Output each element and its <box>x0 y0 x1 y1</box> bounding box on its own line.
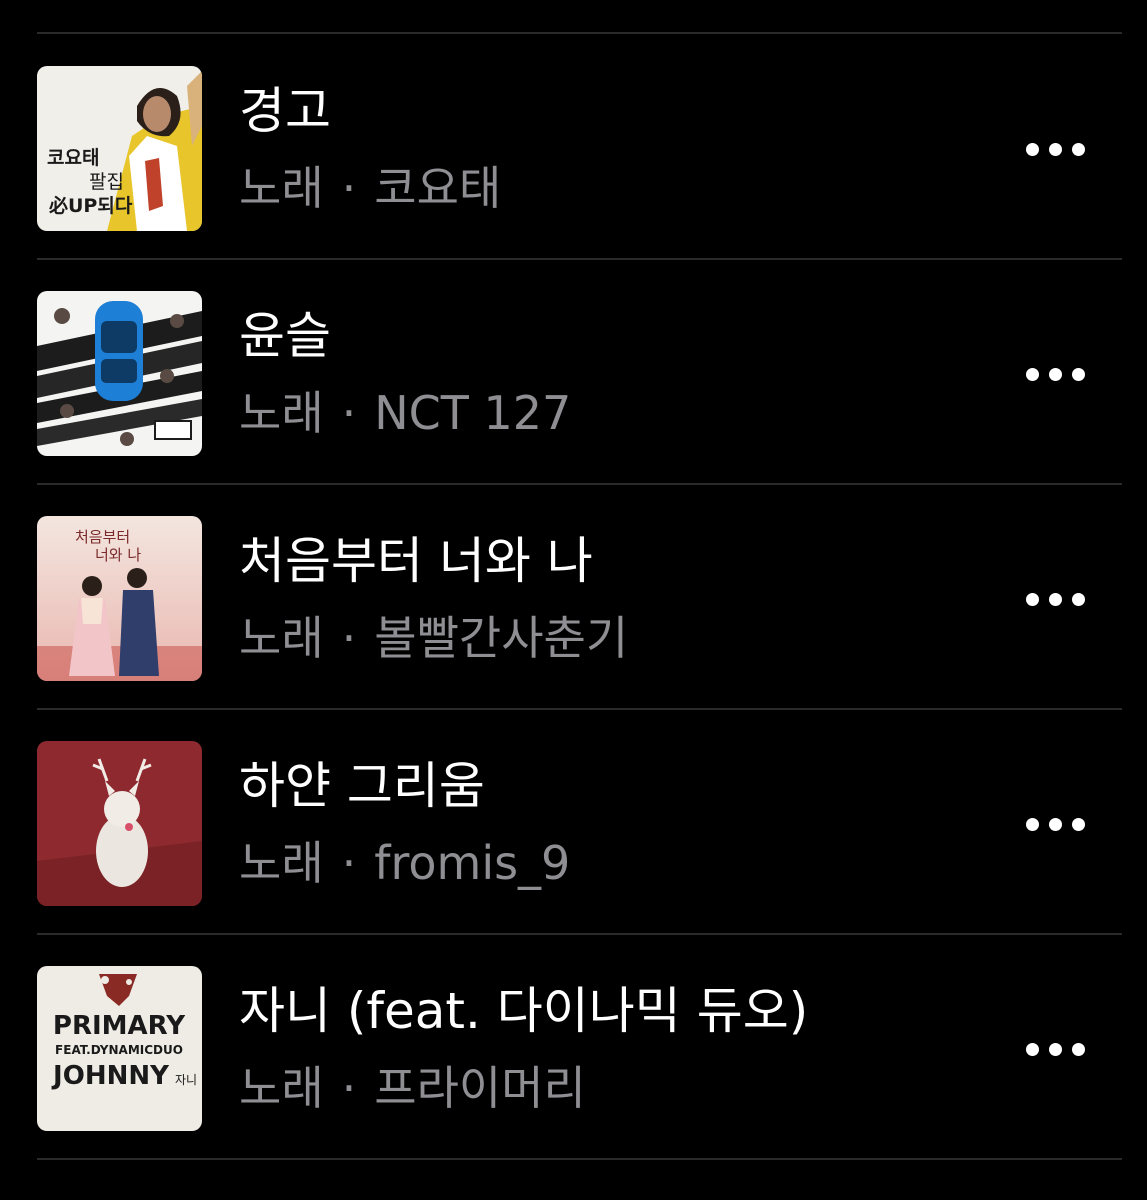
song-title: 처음부터 너와 나 <box>239 532 593 590</box>
song-subtitle: 노래 · 볼빨간사춘기 <box>239 610 628 666</box>
album-art-image: PRIMARY FEAT.DYNAMICDUO JOHNNY 자니 <box>37 966 202 1131</box>
more-options-button[interactable] <box>1010 581 1100 617</box>
album-art: 코요태 팔집 必UP되다 <box>37 66 202 231</box>
ellipsis-icon <box>1071 142 1085 156</box>
song-artist: 코요태 <box>374 161 502 215</box>
song-list: 코요태 팔집 必UP되다 경고 노래 · 코요태 윤슬 노래 · NCT 127… <box>0 0 1147 1200</box>
ellipsis-icon <box>1025 1042 1039 1056</box>
ellipsis-icon <box>1048 367 1062 381</box>
ellipsis-icon <box>1071 817 1085 831</box>
ellipsis-icon <box>1071 367 1085 381</box>
song-row[interactable]: 하얀 그리움 노래 · fromis_9 <box>0 709 1147 933</box>
song-title: 경고 <box>239 82 331 140</box>
song-subtitle: 노래 · NCT 127 <box>239 385 571 441</box>
song-type: 노래 <box>239 1061 324 1115</box>
album-art-image <box>37 741 202 906</box>
song-artist: 볼빨간사춘기 <box>374 611 629 665</box>
ellipsis-icon <box>1025 367 1039 381</box>
album-art-image: 처음부터 너와 나 <box>37 516 202 681</box>
album-art-text: 팔집 <box>89 171 124 193</box>
separator: · <box>341 161 357 215</box>
album-art-text: PRIMARY <box>53 1011 186 1041</box>
song-title: 윤슬 <box>239 307 331 365</box>
song-row[interactable]: 처음부터 너와 나 처음부터 너와 나 노래 · 볼빨간사춘기 <box>0 484 1147 708</box>
song-artist: NCT 127 <box>374 386 572 440</box>
album-art-text: FEAT.DYNAMICDUO <box>55 1043 183 1057</box>
separator: · <box>341 1061 357 1115</box>
ellipsis-icon <box>1048 817 1062 831</box>
album-art-text: 必UP되다 <box>48 194 133 217</box>
album-art: 처음부터 너와 나 <box>37 516 202 681</box>
more-options-button[interactable] <box>1010 1031 1100 1067</box>
ellipsis-icon <box>1048 142 1062 156</box>
song-subtitle: 노래 · 프라이머리 <box>239 1060 586 1116</box>
song-type: 노래 <box>239 386 324 440</box>
ellipsis-icon <box>1071 1042 1085 1056</box>
album-art <box>37 741 202 906</box>
album-art-text: 자니 <box>175 1073 197 1087</box>
album-art-text: 처음부터 <box>75 528 130 546</box>
album-art-image <box>37 291 202 456</box>
song-artist: 프라이머리 <box>374 1061 586 1115</box>
album-art-text: 코요태 <box>47 147 99 169</box>
separator: · <box>341 386 357 440</box>
more-options-button[interactable] <box>1010 356 1100 392</box>
ellipsis-icon <box>1025 592 1039 606</box>
album-art: PRIMARY FEAT.DYNAMICDUO JOHNNY 자니 <box>37 966 202 1131</box>
song-row[interactable]: 코요태 팔집 必UP되다 경고 노래 · 코요태 <box>0 34 1147 258</box>
song-title: 하얀 그리움 <box>239 757 485 815</box>
separator: · <box>341 611 357 665</box>
song-row[interactable]: PRIMARY FEAT.DYNAMICDUO JOHNNY 자니 자니 (fe… <box>0 934 1147 1158</box>
song-subtitle: 노래 · fromis_9 <box>239 835 570 891</box>
ellipsis-icon <box>1025 817 1039 831</box>
separator: · <box>341 836 357 890</box>
ellipsis-icon <box>1025 142 1039 156</box>
album-art-text: JOHNNY <box>51 1061 170 1091</box>
ellipsis-icon <box>1048 1042 1062 1056</box>
song-artist: fromis_9 <box>374 836 571 890</box>
song-type: 노래 <box>239 161 324 215</box>
album-art <box>37 291 202 456</box>
song-type: 노래 <box>239 836 324 890</box>
ellipsis-icon <box>1071 592 1085 606</box>
song-type: 노래 <box>239 611 324 665</box>
more-options-button[interactable] <box>1010 806 1100 842</box>
song-row[interactable]: 윤슬 노래 · NCT 127 <box>0 259 1147 483</box>
divider <box>37 1158 1122 1160</box>
song-subtitle: 노래 · 코요태 <box>239 160 501 216</box>
song-title: 자니 (feat. 다이나믹 듀오) <box>239 982 809 1040</box>
album-art-text: 너와 나 <box>95 546 141 564</box>
ellipsis-icon <box>1048 592 1062 606</box>
more-options-button[interactable] <box>1010 131 1100 167</box>
album-art-image: 코요태 팔집 必UP되다 <box>37 66 202 231</box>
